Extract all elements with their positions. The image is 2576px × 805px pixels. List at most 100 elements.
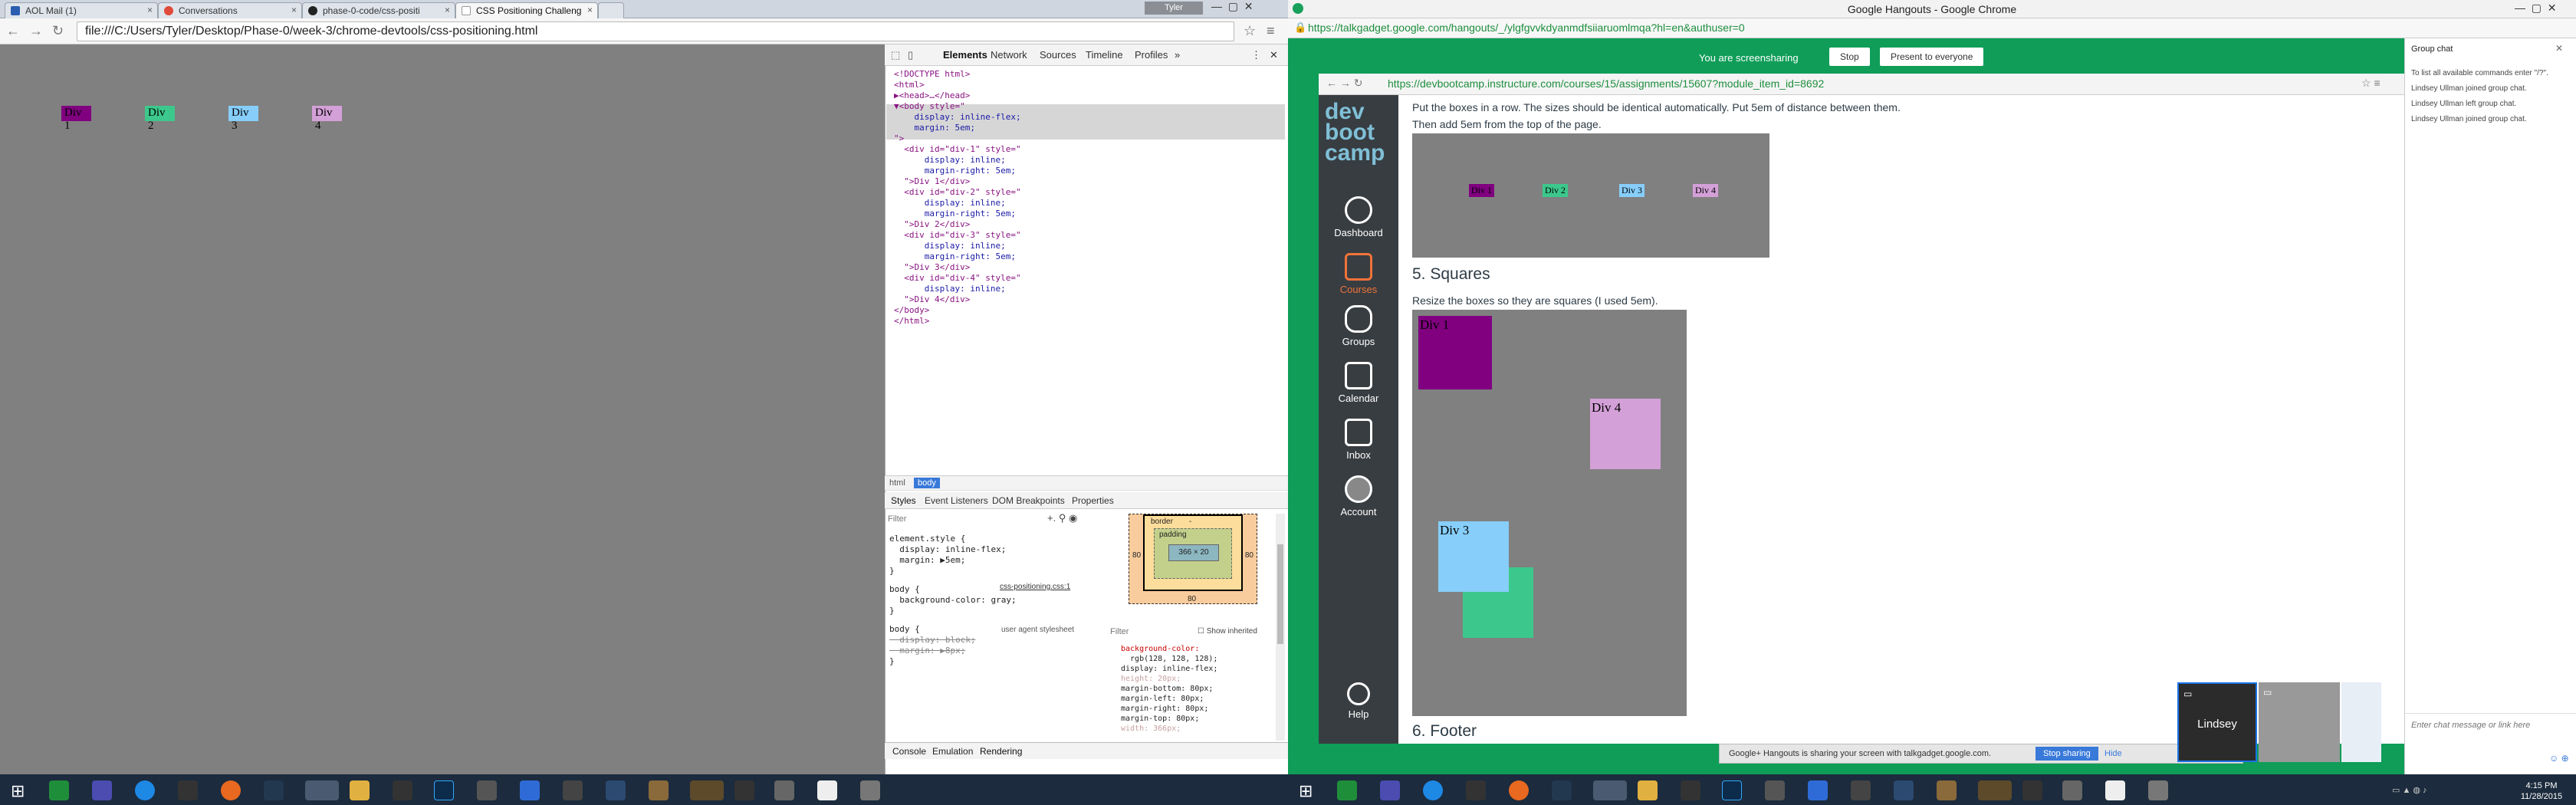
- domtree-line[interactable]: margin-right: 5em;: [894, 209, 1021, 219]
- app-icon[interactable]: [1808, 780, 1828, 800]
- tab-styles[interactable]: Styles: [891, 495, 916, 506]
- participant-third[interactable]: [2341, 682, 2381, 762]
- chrome-icon[interactable]: [1593, 780, 1627, 800]
- stop-sharing-button[interactable]: Stop sharing: [2036, 747, 2098, 761]
- excel-icon[interactable]: [1337, 780, 1357, 800]
- crumb-body[interactable]: body: [914, 478, 940, 488]
- domtree-line[interactable]: display: inline;: [894, 155, 1021, 166]
- computedlist-line[interactable]: margin-bottom: 80px;: [1121, 684, 1217, 694]
- app-icon[interactable]: [774, 780, 794, 800]
- domtree-line[interactable]: <!DOCTYPE html>: [894, 69, 1021, 80]
- ie-icon[interactable]: [1423, 780, 1443, 800]
- div-3[interactable]: Div 3: [228, 106, 258, 132]
- devtools-menu-icon[interactable]: ⋮: [1251, 49, 1261, 61]
- close-icon[interactable]: ×: [291, 5, 297, 15]
- app-icon[interactable]: [690, 780, 724, 800]
- tab-network[interactable]: Network: [991, 49, 1027, 61]
- app-icon[interactable]: [178, 780, 198, 800]
- tab-github[interactable]: phase-0-code/css-positi ×: [302, 2, 455, 18]
- show-inherited-checkbox[interactable]: ☐ Show inherited: [1198, 627, 1257, 636]
- domtree-line[interactable]: <html>: [894, 80, 1021, 90]
- devtools-close-icon[interactable]: ✕: [1270, 49, 1278, 61]
- notepad-icon[interactable]: [817, 780, 837, 800]
- app-icon[interactable]: [1851, 780, 1871, 800]
- styles-source-link[interactable]: css-positioning.css:1: [1000, 583, 1070, 591]
- div-1[interactable]: Div 1: [61, 106, 91, 132]
- computed-filter-input[interactable]: [1110, 626, 1194, 638]
- styleslist-line[interactable]: body {: [889, 584, 1017, 595]
- address-bar[interactable]: file:///C:/Users/Tyler/Desktop/Phase-0/w…: [77, 21, 1234, 41]
- tab-event-listeners[interactable]: Event Listeners: [925, 495, 988, 506]
- unity-icon[interactable]: [393, 780, 412, 800]
- computedlist-line[interactable]: height: 20px;: [1121, 674, 1217, 684]
- tab-properties[interactable]: Properties: [1072, 495, 1114, 506]
- app-icon[interactable]: [860, 780, 880, 800]
- tray-icons[interactable]: ▭ ▲ ◍ ♪: [2392, 785, 2427, 795]
- app-icon[interactable]: [1937, 780, 1957, 800]
- sidebar-item-calendar[interactable]: Calendar: [1319, 362, 1398, 404]
- computedlist-line[interactable]: margin-left: 80px;: [1121, 694, 1217, 704]
- domtree-line[interactable]: ▼<body style=": [894, 101, 1021, 112]
- domtree-line[interactable]: margin-right: 5em;: [894, 166, 1021, 176]
- tab-profiles[interactable]: Profiles: [1135, 49, 1168, 61]
- start-icon[interactable]: ⊞: [1299, 781, 1313, 801]
- computedlist-line[interactable]: rgb(128, 128, 128);: [1121, 654, 1217, 664]
- styleslist-line[interactable]: element.style {: [889, 534, 1017, 544]
- domtree-line[interactable]: margin-right: 5em;: [894, 251, 1021, 262]
- new-tab-button[interactable]: [598, 2, 624, 18]
- start-icon[interactable]: ⊞: [11, 781, 25, 801]
- close-icon[interactable]: ×: [147, 5, 153, 15]
- styles-rules[interactable]: element.style { display: inline-flex; ma…: [889, 534, 1017, 667]
- window-controls[interactable]: — ▢ ✕: [1211, 0, 1254, 13]
- computed-scrollbar[interactable]: [1276, 514, 1285, 741]
- add-rule-icon[interactable]: +. ⚲ ◉: [1047, 512, 1077, 524]
- app-icon[interactable]: [563, 780, 583, 800]
- computed-styles[interactable]: background-color: rgb(128, 128, 128); dis…: [1121, 644, 1217, 734]
- settings-icon[interactable]: [92, 780, 112, 800]
- tab-dom-breakpoints[interactable]: DOM Breakpoints: [992, 495, 1065, 506]
- styleslist-line[interactable]: background-color: gray;: [889, 595, 1016, 606]
- domtree-line[interactable]: display: inline-flex;: [894, 112, 1020, 123]
- photoshop-icon[interactable]: [434, 780, 454, 800]
- notepad-icon[interactable]: [2105, 780, 2125, 800]
- present-to-everyone-button[interactable]: Present to everyone: [1880, 48, 1984, 66]
- app-icon[interactable]: [1978, 780, 2012, 800]
- styleslist-line[interactable]: margin: ▶5em;: [889, 555, 1017, 566]
- tab-elements[interactable]: Elements: [943, 49, 987, 61]
- sidebar-item-dashboard[interactable]: Dashboard: [1319, 196, 1398, 238]
- styleslist-line[interactable]: }: [889, 566, 1017, 577]
- chat-input[interactable]: [2411, 718, 2564, 733]
- tab-timeline[interactable]: Timeline: [1086, 49, 1123, 61]
- sidebar-item-inbox[interactable]: Inbox: [1319, 419, 1398, 461]
- app-icon[interactable]: [2022, 780, 2042, 800]
- domtree-line[interactable]: display: inline;: [894, 241, 1021, 251]
- firefox-icon[interactable]: [221, 780, 241, 800]
- close-icon[interactable]: ×: [587, 5, 593, 15]
- sidebar-item-account[interactable]: Account: [1319, 475, 1398, 518]
- domtree-line[interactable]: display: inline;: [894, 198, 1021, 209]
- computedlist-line[interactable]: margin-top: 80px;: [1121, 714, 1217, 724]
- div-4[interactable]: Div 4: [312, 106, 342, 132]
- star-icon[interactable]: ☆: [1244, 23, 1256, 38]
- app-icon[interactable]: [734, 780, 754, 800]
- reload-icon[interactable]: ↻: [52, 23, 64, 38]
- tab-aol-mail[interactable]: AOL Mail (1) ×: [5, 2, 158, 18]
- chat-close-icon[interactable]: ✕: [2555, 43, 2563, 54]
- app-icon[interactable]: [477, 780, 497, 800]
- styleslist-line[interactable]: display: inline-flex;: [889, 544, 1017, 555]
- explorer-icon[interactable]: [1638, 780, 1658, 800]
- app-icon[interactable]: [649, 780, 669, 800]
- styleslist-line[interactable]: }: [889, 606, 1017, 616]
- tab-console[interactable]: Console: [892, 746, 926, 757]
- styleslist-line[interactable]: }: [889, 656, 1017, 667]
- hangouts-url[interactable]: https://talkgadget.google.com/hangouts/_…: [1308, 21, 1745, 34]
- chrome-icon[interactable]: [305, 780, 339, 800]
- steam-icon[interactable]: [1552, 780, 1572, 800]
- participant-lindsey[interactable]: ▭ Lindsey: [2177, 682, 2257, 762]
- menu-icon[interactable]: ≡: [1267, 23, 1275, 38]
- tab-sources[interactable]: Sources: [1040, 49, 1076, 61]
- close-icon[interactable]: ×: [445, 5, 450, 15]
- domtree-line[interactable]: ▶<head>…</head>: [894, 90, 1021, 101]
- app-icon[interactable]: [1894, 780, 1914, 800]
- participant-self-screen[interactable]: ▭: [2259, 682, 2340, 762]
